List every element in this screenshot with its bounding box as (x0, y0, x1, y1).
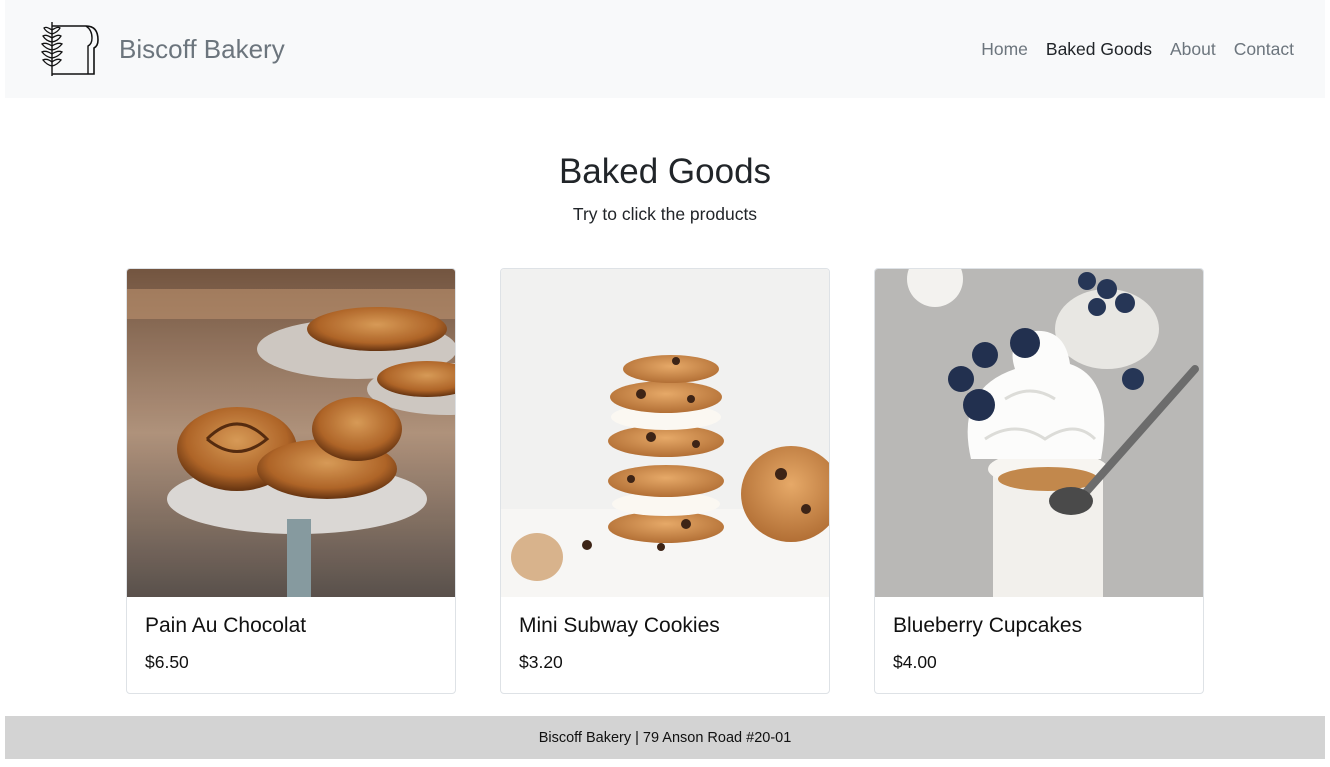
page-subtitle: Try to click the products (572, 204, 758, 224)
nav-baked-goods[interactable]: Baked Goods (1037, 39, 1161, 60)
footer-text: Biscoff Bakery | 79 Anson Road #20-01 (538, 729, 792, 746)
product-name: Blueberry Cupcakes (893, 614, 1083, 637)
product-card-pain-au-chocolat[interactable]: Pain Au Chocolat $6.50 (126, 268, 456, 694)
product-price: $3.20 (519, 652, 563, 672)
product-card-blueberry-cupcakes[interactable]: Blueberry Cupcakes $4.00 (874, 268, 1204, 694)
product-price: $6.50 (145, 652, 189, 672)
bread-wheat-logo-icon (40, 22, 99, 76)
footer: Biscoff Bakery | 79 Anson Road #20-01 (5, 716, 1325, 759)
nav-contact[interactable]: Contact (1225, 39, 1303, 60)
product-price: $4.00 (893, 652, 937, 672)
main-nav: Home Baked Goods About Contact (972, 39, 1303, 60)
page-title: Baked Goods (558, 152, 772, 191)
blueberry-cupcake-image (875, 269, 1203, 597)
navbar: Biscoff Bakery Home Baked Goods About Co… (5, 0, 1325, 98)
product-name: Mini Subway Cookies (519, 614, 720, 637)
pastry-display-image (127, 269, 455, 597)
cookie-stack-image (501, 269, 829, 597)
nav-about[interactable]: About (1161, 39, 1225, 60)
product-card-mini-subway-cookies[interactable]: Mini Subway Cookies $3.20 (500, 268, 830, 694)
brand-name: Biscoff Bakery (119, 33, 285, 64)
brand-link[interactable]: Biscoff Bakery (38, 20, 285, 78)
nav-home[interactable]: Home (972, 39, 1037, 60)
product-name: Pain Au Chocolat (145, 614, 307, 637)
